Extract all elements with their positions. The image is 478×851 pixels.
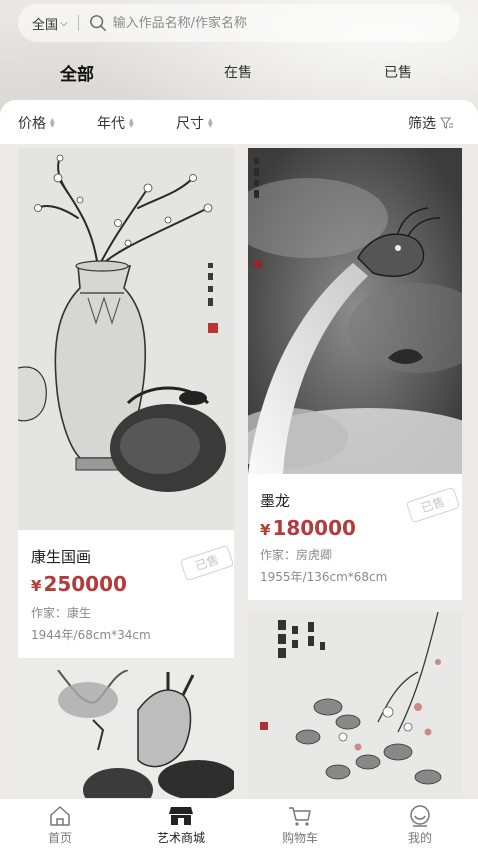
sort-year-label: 年代	[97, 116, 125, 132]
region-selector[interactable]: 全国 ⌵	[32, 14, 68, 33]
artwork-image-donkeys	[18, 670, 234, 798]
artwork-image-dragon	[248, 148, 462, 474]
sort-price[interactable]: 价格 ▲ ▼	[18, 113, 55, 133]
artwork-price: ¥180000	[260, 516, 356, 540]
tab-all[interactable]: 全部	[60, 60, 94, 85]
sort-year[interactable]: 年代 ▲ ▼	[97, 113, 134, 133]
sort-arrows-icon: ▲ ▼	[129, 117, 134, 129]
home-icon	[50, 806, 70, 826]
filter-label: 筛选	[408, 116, 436, 132]
artwork-artist: 作家：康生	[31, 606, 92, 620]
sort-arrows-icon: ▲ ▼	[208, 117, 213, 129]
tab-sold[interactable]: 已售	[384, 62, 412, 82]
tab-on-sale[interactable]: 在售	[224, 62, 252, 82]
sort-arrows-icon: ▲ ▼	[50, 117, 55, 129]
filter-icon	[440, 117, 453, 129]
sort-bar: 价格 ▲ ▼ 年代 ▲ ▼ 尺寸 ▲ ▼ 筛选	[0, 100, 478, 144]
cart-icon	[289, 807, 311, 826]
sold-stamp: 已售	[405, 486, 461, 524]
artwork-card[interactable]	[18, 670, 234, 798]
nav-cart[interactable]: 购物车	[265, 805, 335, 846]
sold-stamp: 已售	[179, 544, 234, 582]
nav-home[interactable]: 首页	[25, 805, 95, 846]
artwork-meta: 作家：房虎卿 1955年/136cm*68cm	[260, 544, 387, 588]
artwork-image-flowers	[248, 612, 462, 798]
sort-size-label: 尺寸	[176, 116, 204, 132]
price-value: 250000	[43, 572, 127, 596]
nav-mine-label: 我的	[407, 831, 432, 845]
artwork-price: ¥250000	[31, 572, 127, 596]
artwork-card[interactable]	[248, 612, 462, 798]
nav-mine[interactable]: 我的	[385, 805, 455, 846]
nav-shop[interactable]: 艺术商城	[146, 805, 216, 846]
artwork-card[interactable]: 墨龙 ¥180000 作家：房虎卿 1955年/136cm*68cm 已售	[248, 148, 462, 600]
search-bar[interactable]: 全国 ⌵	[18, 4, 460, 42]
search-input[interactable]	[112, 15, 413, 31]
user-icon	[410, 805, 430, 827]
artwork-image-vase-plum	[18, 148, 234, 530]
artwork-title: 康生国画	[31, 548, 92, 566]
artwork-info: 1955年/136cm*68cm	[260, 570, 388, 584]
shop-icon	[169, 807, 193, 825]
status-tabs: 全部 在售 已售	[0, 62, 478, 96]
search-icon	[89, 15, 106, 31]
chevron-down-icon: ⌵	[60, 17, 68, 29]
nav-cart-label: 购物车	[281, 831, 318, 845]
artwork-card[interactable]: 康生国画 ¥250000 作家：康生 1944年/68cm*34cm 已售	[18, 148, 234, 658]
price-value: 180000	[272, 516, 356, 540]
bottom-nav: 首页 艺术商城 购物车 我的	[0, 798, 478, 851]
sort-size[interactable]: 尺寸 ▲ ▼	[176, 113, 213, 133]
currency-symbol: ¥	[260, 521, 271, 539]
nav-home-label: 首页	[47, 831, 72, 845]
artwork-meta: 作家：康生 1944年/68cm*34cm	[31, 602, 151, 646]
artwork-info: 1944年/68cm*34cm	[31, 628, 151, 642]
currency-symbol: ¥	[31, 577, 42, 595]
filter-button[interactable]: 筛选	[408, 113, 454, 133]
artwork-artist: 作家：房虎卿	[260, 548, 333, 562]
artwork-title: 墨龙	[260, 492, 291, 510]
region-label: 全国	[32, 17, 59, 33]
sort-price-label: 价格	[18, 116, 46, 132]
divider	[77, 15, 79, 31]
nav-shop-label: 艺术商城	[156, 831, 205, 845]
